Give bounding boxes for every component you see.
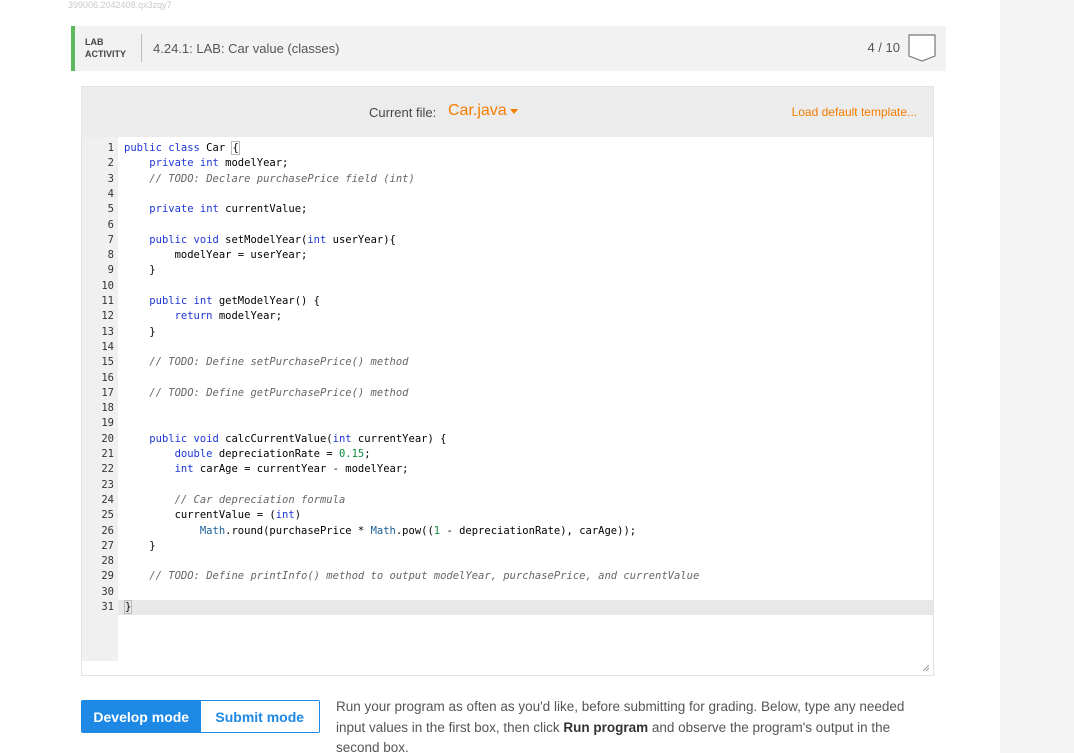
line-number: 24 — [101, 493, 114, 506]
code-editor-panel: Current file: Car.java Load default temp… — [81, 86, 934, 676]
line-number: 1 — [107, 142, 114, 154]
code-line[interactable]: return modelYear; — [124, 309, 282, 324]
score-text: 4 / 10 — [867, 40, 900, 55]
line-number: 13 — [101, 325, 114, 338]
activity-header: LAB ACTIVITY 4.24.1: LAB: Car value (cla… — [71, 26, 946, 71]
submit-mode-button[interactable]: Submit mode — [200, 701, 319, 732]
activity-title: 4.24.1: LAB: Car value (classes) — [153, 41, 340, 56]
current-file-dropdown[interactable]: Car.java — [448, 102, 507, 120]
line-number: 19 — [101, 417, 114, 430]
active-line-highlight — [118, 600, 933, 616]
resize-grip-icon[interactable] — [923, 665, 929, 671]
completion-shield-icon — [908, 34, 936, 62]
line-number: 28 — [101, 555, 114, 568]
code-line[interactable]: } — [124, 263, 155, 278]
code-line[interactable]: public void setModelYear(int userYear){ — [124, 233, 396, 248]
code-line[interactable]: Math.round(purchasePrice * Math.pow((1 -… — [124, 524, 636, 539]
code-line[interactable]: // Car depreciation formula — [124, 493, 346, 508]
file-bar: Current file: Car.java Load default temp… — [82, 87, 933, 137]
mode-toggle: Develop mode Submit mode — [81, 700, 320, 733]
code-line[interactable]: private int currentValue; — [124, 202, 307, 217]
line-number: 26 — [101, 524, 114, 537]
line-number: 7 — [107, 233, 114, 246]
line-number: 16 — [101, 371, 114, 384]
code-line[interactable]: // TODO: Define printInfo() method to ou… — [124, 569, 699, 584]
line-number: 2 — [107, 157, 114, 170]
develop-mode-button[interactable]: Develop mode — [82, 701, 201, 732]
line-number: 3 — [107, 172, 114, 185]
line-number: 25 — [101, 509, 114, 522]
code-line[interactable]: public class Car { — [124, 141, 240, 156]
line-number: 20 — [101, 432, 114, 445]
code-line[interactable]: } — [124, 600, 133, 615]
line-number: 18 — [101, 402, 114, 415]
header-divider — [141, 34, 142, 62]
line-number: 23 — [101, 478, 114, 491]
line-number: 12 — [101, 310, 114, 323]
line-number-gutter: 1 2 3 4 5 6 7 8 9 10 11 12 13 14 15 16 17 18 19 20 21 22 23 24 2… — [82, 137, 118, 661]
code-line[interactable]: } — [124, 325, 155, 340]
line-number: 10 — [101, 279, 114, 292]
instructions-text: Run your program as often as you'd like,… — [336, 697, 936, 753]
chevron-down-icon[interactable] — [510, 109, 518, 114]
line-number: 5 — [107, 203, 114, 216]
page: 399006.2042408.qx3zqy7 LAB ACTIVITY 4.24… — [0, 0, 1000, 753]
line-number: 17 — [101, 386, 114, 399]
line-number: 15 — [101, 356, 114, 369]
code-line[interactable]: modelYear = userYear; — [124, 248, 308, 263]
line-number: 31 — [101, 601, 114, 613]
line-number: 21 — [101, 448, 114, 460]
line-number: 8 — [107, 249, 114, 262]
code-line[interactable]: public void calcCurrentValue(int current… — [124, 432, 446, 447]
code-line[interactable]: double depreciationRate = 0.15; — [124, 447, 371, 462]
line-number: 11 — [101, 295, 114, 307]
code-line[interactable]: private int modelYear; — [124, 156, 288, 171]
lab-tag-line2: ACTIVITY — [85, 49, 127, 59]
debug-id: 399006.2042408.qx3zqy7 — [68, 0, 172, 10]
line-number: 9 — [107, 264, 114, 277]
code-line[interactable]: // TODO: Define setPurchasePrice() metho… — [124, 355, 408, 370]
code-line[interactable]: // TODO: Define getPurchasePrice() metho… — [124, 386, 408, 401]
run-program-reference: Run program — [563, 719, 649, 735]
line-number: 29 — [101, 570, 114, 583]
line-number: 6 — [107, 218, 114, 231]
code-line[interactable]: // TODO: Declare purchasePrice field (in… — [124, 172, 415, 187]
line-number: 27 — [101, 539, 114, 552]
line-number: 4 — [107, 187, 114, 200]
code-line[interactable]: int carAge = currentYear - modelYear; — [124, 462, 409, 477]
page-right-margin — [1000, 0, 1074, 753]
current-file-label: Current file: — [369, 105, 437, 120]
line-number: 14 — [101, 340, 114, 353]
line-number: 30 — [101, 585, 114, 598]
code-line[interactable]: currentValue = (int) — [124, 508, 301, 523]
lab-activity-tag: LAB ACTIVITY — [85, 36, 126, 60]
lab-tag-line1: LAB — [85, 37, 104, 47]
code-text-area[interactable]: public class Car { private int modelYear… — [118, 137, 933, 661]
code-line[interactable]: } — [124, 539, 155, 554]
load-default-template-link[interactable]: Load default template... — [792, 105, 917, 119]
code-line[interactable]: public int getModelYear() { — [124, 294, 320, 309]
line-number: 22 — [101, 463, 114, 476]
